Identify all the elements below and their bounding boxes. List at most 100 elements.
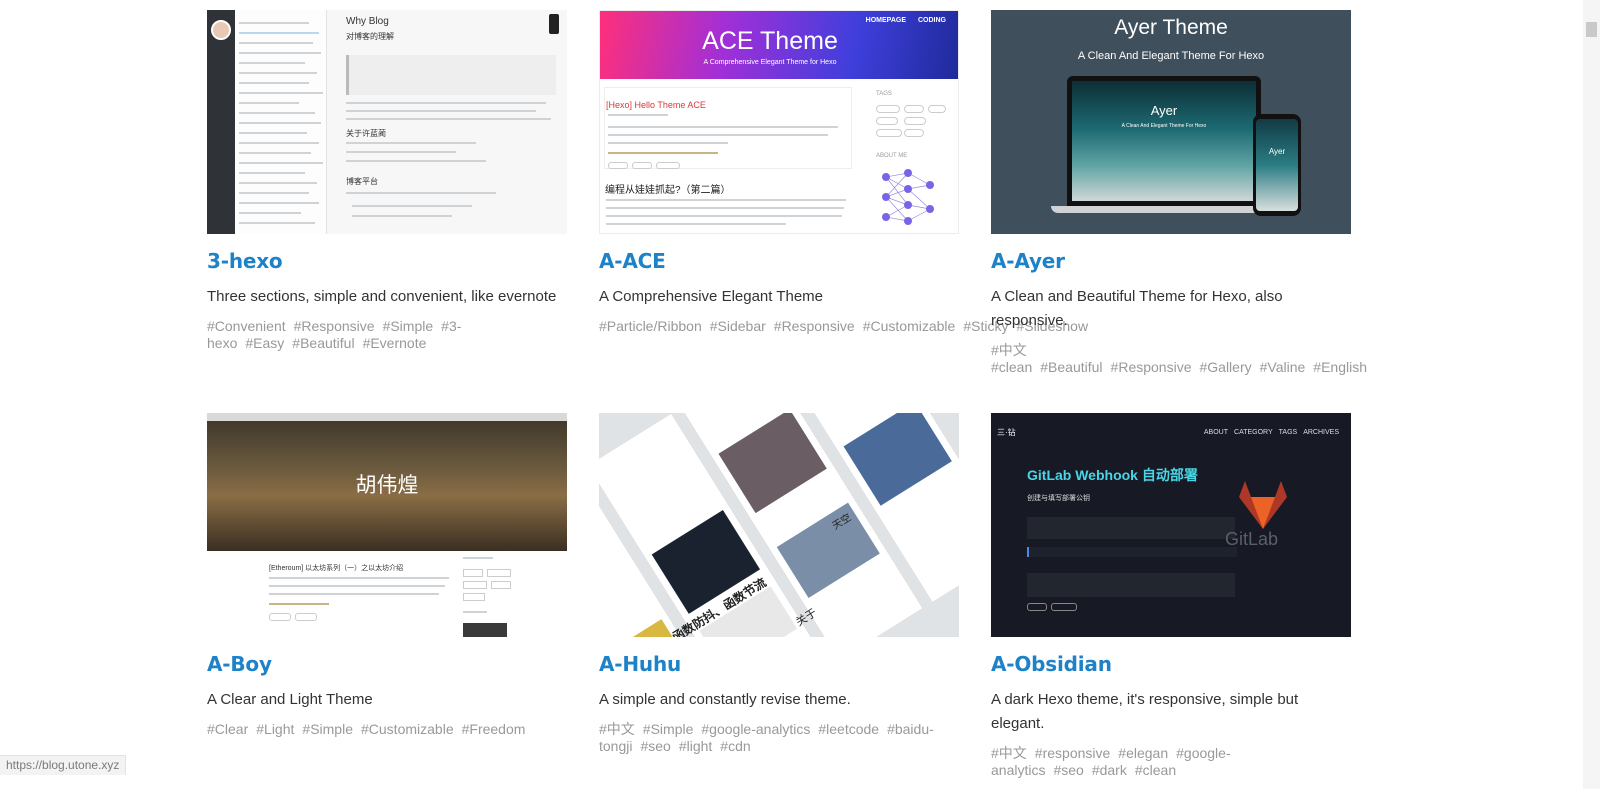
phone-preview: Ayer bbox=[1253, 114, 1301, 216]
theme-title-link[interactable]: A-Huhu bbox=[599, 651, 959, 677]
tag-link[interactable]: #Clear bbox=[207, 721, 248, 737]
post-title-preview: [Etheroum] 以太坊系列（一）之以太坊介绍 bbox=[269, 565, 404, 572]
theme-card-a-boy: 胡伟煌 [Etheroum] 以太坊系列（一）之以太坊介绍 A-Boy A Cl… bbox=[207, 413, 567, 738]
gitlab-word: GitLab bbox=[1225, 529, 1279, 549]
theme-description: A Clean and Beautiful Theme for Hexo, al… bbox=[991, 288, 1283, 329]
gitlab-logo-icon bbox=[1239, 481, 1287, 529]
tag-link[interactable]: #light bbox=[679, 738, 712, 754]
screens-collage bbox=[599, 413, 959, 637]
tag-link[interactable]: #Convenient bbox=[207, 318, 286, 334]
tag-link[interactable]: #dark bbox=[1092, 762, 1127, 778]
hero-text: 胡伟煌 bbox=[355, 474, 419, 497]
theme-description: A simple and constantly revise theme. bbox=[599, 691, 851, 708]
post-title-preview: [Hexo] Hello Theme ACE bbox=[606, 100, 706, 110]
tag-link[interactable]: #seo bbox=[640, 738, 670, 754]
theme-card-a-huhu: 函数防抖、函数节流 关于 天空 A-Huhu A simple and cons… bbox=[599, 413, 959, 755]
preview-section1: 关于许蓝蔺 bbox=[346, 129, 386, 138]
tag-link[interactable]: #clean bbox=[991, 359, 1032, 375]
tag-link[interactable]: #Beautiful bbox=[292, 335, 354, 351]
theme-card-3-hexo: Why Blog 对博客的理解 关于许蓝蔺 博客平台 3-hexo Three … bbox=[207, 10, 567, 352]
post-sub-preview: 创建与填写部署公钥 bbox=[1027, 495, 1090, 502]
theme-card-a-obsidian: 三·钻 ABOUT CATEGORY TAGS ARCHIVES GitLab Web… bbox=[991, 413, 1351, 779]
theme-thumbnail[interactable]: 胡伟煌 [Etheroum] 以太坊系列（一）之以太坊介绍 bbox=[207, 413, 567, 637]
theme-title-link[interactable]: A-ACE bbox=[599, 248, 959, 274]
tag-link[interactable]: #Responsive bbox=[774, 318, 855, 334]
tag-link[interactable]: #Freedom bbox=[462, 721, 526, 737]
theme-thumbnail[interactable]: Why Blog 对博客的理解 关于许蓝蔺 博客平台 bbox=[207, 10, 567, 234]
tag-link[interactable]: #Beautiful bbox=[1040, 359, 1102, 375]
theme-thumbnail[interactable]: 三·钻 ABOUT CATEGORY TAGS ARCHIVES GitLab Web… bbox=[991, 413, 1351, 637]
menu-icon bbox=[549, 14, 559, 34]
theme-tags: #中文 #responsive #elegan #google-analytics #s… bbox=[991, 745, 1351, 779]
preview-title: Ayer Theme bbox=[1114, 16, 1228, 39]
tag-link[interactable]: #Particle/Ribbon bbox=[599, 318, 702, 334]
tag-link[interactable]: #seo bbox=[1053, 762, 1083, 778]
side-tags-label: TAGS bbox=[876, 91, 892, 97]
network-graph-icon bbox=[882, 169, 934, 225]
tag-link[interactable]: #leetcode bbox=[818, 721, 879, 737]
nav-coding: CODING bbox=[918, 17, 946, 24]
theme-thumbnail[interactable]: HOMEPAGE CODING ACE Theme A Comprehensiv… bbox=[599, 10, 959, 234]
theme-title-link[interactable]: A-Ayer bbox=[991, 248, 1351, 274]
theme-tags: #中文 #Simple #google-analytics #leetcode #bai… bbox=[599, 721, 959, 755]
preview-section2: 博客平台 bbox=[346, 177, 378, 186]
banner-subtitle: A Comprehensive Elegant Theme for Hexo bbox=[703, 59, 837, 66]
theme-title-link[interactable]: A-Obsidian bbox=[991, 651, 1351, 677]
tag-link[interactable]: #中文 bbox=[599, 721, 635, 737]
nav-tags: TAGS bbox=[1278, 429, 1298, 436]
tag-link[interactable]: #中文 bbox=[991, 745, 1027, 761]
laptop-screen: Ayer A Clean And Elegant Theme For Hexo bbox=[1067, 76, 1261, 206]
preview-subtitle: A Clean And Elegant Theme For Hexo bbox=[1077, 50, 1265, 62]
theme-thumbnail[interactable]: 函数防抖、函数节流 关于 天空 bbox=[599, 413, 959, 637]
preview-heading: Why Blog bbox=[346, 16, 389, 27]
tag-link[interactable]: #Easy bbox=[245, 335, 284, 351]
code-block bbox=[1027, 517, 1235, 539]
theme-description: A dark Hexo theme, it's responsive, simp… bbox=[991, 691, 1299, 732]
laptop-base bbox=[1051, 206, 1277, 213]
theme-description: A Clear and Light Theme bbox=[207, 691, 373, 708]
code-block bbox=[1027, 573, 1235, 597]
avatar bbox=[463, 623, 507, 637]
tag-link[interactable]: #cdn bbox=[720, 738, 750, 754]
tag-link[interactable]: #Gallery bbox=[1199, 359, 1251, 375]
theme-title-link[interactable]: A-Boy bbox=[207, 651, 567, 677]
phone-title: Ayer bbox=[1268, 147, 1286, 156]
tag-link[interactable]: #Customizable bbox=[361, 721, 454, 737]
theme-tags: #Convenient #Responsive #Simple #3-hexo #Eas… bbox=[207, 318, 567, 352]
quote-block bbox=[346, 55, 556, 95]
tag-link[interactable]: #Valine bbox=[1260, 359, 1306, 375]
vertical-scrollbar[interactable] bbox=[1583, 0, 1600, 789]
theme-tags: #Clear #Light #Simple #Customizable #Freedom bbox=[207, 721, 567, 738]
tag-link[interactable]: #Evernote bbox=[363, 335, 427, 351]
side-about-label: ABOUT ME bbox=[876, 153, 908, 159]
tag-link[interactable]: #English bbox=[1313, 359, 1367, 375]
sidebar-preview bbox=[207, 10, 235, 234]
tag-link[interactable]: #Responsive bbox=[1111, 359, 1192, 375]
tag-link[interactable]: #Simple bbox=[643, 721, 694, 737]
nav-homepage: HOMEPAGE bbox=[865, 17, 906, 24]
tag-link[interactable]: #Responsive bbox=[294, 318, 375, 334]
tag-link[interactable]: #responsive bbox=[1035, 745, 1111, 761]
theme-tags: #中文#clean #Beautiful #Responsive #Gallery #V… bbox=[991, 342, 1367, 376]
tag-link[interactable]: #google-analytics bbox=[701, 721, 810, 737]
tag-link[interactable]: #Sidebar bbox=[710, 318, 766, 334]
screen-subtitle: A Clean And Elegant Theme For Hexo bbox=[1121, 123, 1207, 129]
nav-about: ABOUT bbox=[1203, 429, 1229, 436]
theme-thumbnail[interactable]: Ayer Theme A Clean And Elegant Theme For… bbox=[991, 10, 1351, 234]
scrollbar-thumb[interactable] bbox=[1586, 22, 1597, 37]
tag-link[interactable]: #Simple bbox=[383, 318, 434, 334]
nav-archives: ARCHIVES bbox=[1303, 429, 1339, 436]
tag-link[interactable]: #Simple bbox=[302, 721, 353, 737]
nav-category: CATEGORY bbox=[1234, 429, 1273, 436]
banner-title: ACE Theme bbox=[702, 27, 838, 55]
preview-logo: 三·钻 bbox=[997, 428, 1016, 437]
code-block bbox=[1027, 547, 1237, 557]
theme-card-a-ace: HOMEPAGE CODING ACE Theme A Comprehensiv… bbox=[599, 10, 1088, 335]
tag-link[interactable]: #Light bbox=[256, 721, 294, 737]
theme-title-link[interactable]: 3-hexo bbox=[207, 248, 567, 274]
tag-link[interactable]: #elegan bbox=[1118, 745, 1168, 761]
tag-link[interactable]: #Customizable bbox=[863, 318, 956, 334]
tag-link[interactable]: #clean bbox=[1135, 762, 1176, 778]
tag-link[interactable]: #中文 bbox=[991, 342, 1027, 358]
post2-title-preview: 编程从娃娃抓起?（第二篇） bbox=[605, 185, 731, 196]
